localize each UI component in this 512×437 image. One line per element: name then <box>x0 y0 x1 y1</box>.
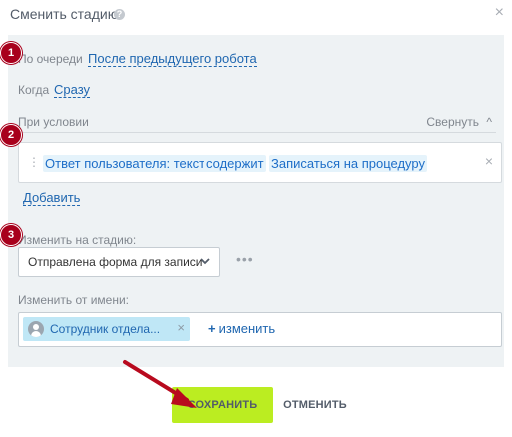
more-options-icon[interactable]: ••• <box>236 252 254 266</box>
add-condition-link[interactable]: Добавить <box>23 190 81 206</box>
change-user-link[interactable]: + изменить <box>208 321 275 336</box>
plus-icon: + <box>208 321 216 336</box>
close-icon[interactable]: × <box>495 4 504 22</box>
stage-label: Изменить на стадию: <box>18 233 137 247</box>
annotation-badge-2: 2 <box>0 124 22 146</box>
remove-condition-icon[interactable]: × <box>485 153 493 169</box>
stage-selected-value: Отправлена форма для записи <box>28 255 203 269</box>
stage-select[interactable]: Отправлена форма для записи <box>18 247 220 277</box>
annotation-badge-3: 3 <box>0 224 22 246</box>
user-name: Сотрудник отдела... <box>50 322 161 336</box>
help-icon[interactable]: ? <box>114 9 125 20</box>
robot-settings-panel: По очереди После предыдущего робота Когд… <box>8 35 504 367</box>
on-behalf-field: Сотрудник отдела... × + изменить <box>18 312 502 347</box>
user-chip[interactable]: Сотрудник отдела... × <box>23 317 190 341</box>
cancel-button[interactable]: ОТМЕНИТЬ <box>280 387 350 423</box>
condition-operator-chip[interactable]: содержит <box>204 155 266 172</box>
change-user-label: изменить <box>218 321 276 336</box>
divider <box>16 132 496 133</box>
on-behalf-label: Изменить от имени: <box>18 293 129 307</box>
dialog-header: Сменить стадию ? × <box>0 0 512 30</box>
chevron-up-icon: ^ <box>486 115 492 129</box>
when-value-link[interactable]: Сразу <box>54 82 91 98</box>
queue-label: По очереди <box>18 52 83 66</box>
queue-value-link[interactable]: После предыдущего робота <box>88 51 257 67</box>
condition-row: ⋮⋮ Ответ пользователя: текст содержит За… <box>18 142 502 183</box>
when-label: Когда <box>18 83 50 97</box>
condition-field-chip[interactable]: Ответ пользователя: текст <box>43 155 208 172</box>
annotation-arrow <box>123 360 197 408</box>
collapse-label: Свернуть <box>426 115 480 129</box>
remove-user-icon[interactable]: × <box>177 320 185 335</box>
chevron-down-icon <box>200 258 210 265</box>
condition-value-chip[interactable]: Записаться на процедуру <box>269 155 427 172</box>
collapse-button[interactable]: Свернуть ^ <box>426 115 492 129</box>
annotation-badge-1: 1 <box>0 42 22 64</box>
dialog-title: Сменить стадию <box>10 6 119 22</box>
condition-label: При условии <box>18 115 89 129</box>
avatar <box>28 321 44 337</box>
